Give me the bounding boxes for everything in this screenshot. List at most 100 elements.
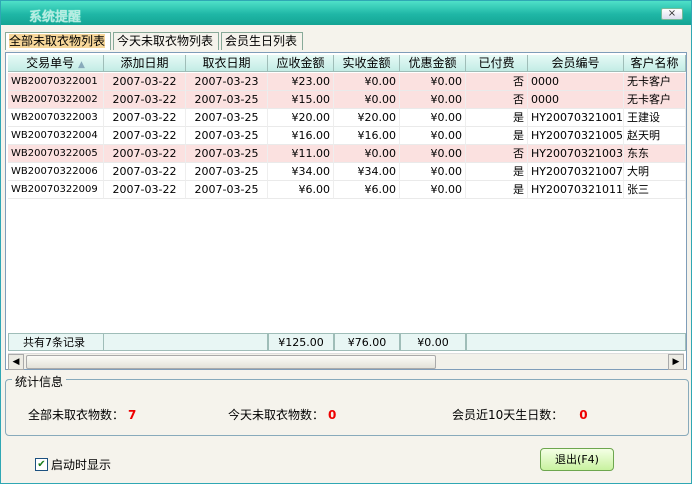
cell-discount: ¥0.00 (400, 145, 466, 163)
close-button[interactable]: × (661, 8, 683, 20)
tab-label: 今天未取衣物列表 (117, 34, 214, 48)
grid-body: WB20070322001 2007-03-22 2007-03-23 ¥23.00 ¥… (8, 73, 686, 199)
footer-spacer (104, 333, 268, 351)
tab-label: 全部未取衣物列表 (9, 34, 106, 48)
exit-button[interactable]: 退出(F4) (540, 448, 614, 471)
column-header-customer-name[interactable]: 客户名称 (624, 55, 686, 72)
table-row[interactable]: WB20070322001 2007-03-22 2007-03-23 ¥23.00 ¥… (8, 73, 686, 91)
stat-label: 会员近10天生日数： (452, 408, 564, 422)
column-header-amount-received[interactable]: 实收金额 (334, 55, 400, 72)
cell-discount: ¥0.00 (400, 163, 466, 181)
checkbox-check-icon[interactable]: ✔ (35, 458, 48, 471)
cell-amount-due: ¥34.00 (268, 163, 334, 181)
cell-order-no: WB20070322004 (8, 127, 104, 145)
stat-label: 全部未取衣物数： (28, 408, 125, 422)
cell-paid: 是 (466, 109, 528, 127)
cell-member-id: HY20070321005 (528, 127, 624, 145)
column-header-pickup-date[interactable]: 取衣日期 (186, 55, 268, 72)
reminder-window: 系统提醒 × 全部未取衣物列表 今天未取衣物列表 会员生日列表 交易单号 ▲ 添… (0, 0, 692, 484)
cell-added-date: 2007-03-22 (104, 145, 186, 163)
stat-today-uncollected: 今天未取衣物数： 0 (228, 406, 336, 423)
cell-added-date: 2007-03-22 (104, 181, 186, 199)
cell-discount: ¥0.00 (400, 181, 466, 199)
cell-paid: 否 (466, 73, 528, 91)
cell-member-id: HY20070321011 (528, 181, 624, 199)
cell-amount-received: ¥0.00 (334, 145, 400, 163)
cell-amount-received: ¥34.00 (334, 163, 400, 181)
cell-amount-due: ¥15.00 (268, 91, 334, 109)
tab-today-uncollected[interactable]: 今天未取衣物列表 (113, 32, 219, 50)
column-header-added-date[interactable]: 添加日期 (104, 55, 186, 72)
cell-amount-received: ¥0.00 (334, 73, 400, 91)
table-row[interactable]: WB20070322003 2007-03-22 2007-03-25 ¥20.00 ¥… (8, 109, 686, 127)
table-row[interactable]: WB20070322005 2007-03-22 2007-03-25 ¥11.00 ¥… (8, 145, 686, 163)
uncollected-grid: 交易单号 ▲ 添加日期 取衣日期 应收金额 实收金额 优惠金额 已付费 会员编号… (5, 52, 687, 370)
cell-paid: 否 (466, 145, 528, 163)
cell-pickup-date: 2007-03-25 (186, 91, 268, 109)
stat-all-uncollected: 全部未取衣物数： 7 (28, 406, 136, 423)
cell-order-no: WB20070322005 (8, 145, 104, 163)
column-header-amount-due[interactable]: 应收金额 (268, 55, 334, 72)
cell-discount: ¥0.00 (400, 109, 466, 127)
table-row[interactable]: WB20070322004 2007-03-22 2007-03-25 ¥16.00 ¥… (8, 127, 686, 145)
total-amount-received: ¥76.00 (334, 333, 400, 351)
cell-member-id: HY20070321001 (528, 109, 624, 127)
cell-member-id: 0000 (528, 73, 624, 91)
cell-customer-name: 赵天明 (624, 127, 686, 145)
column-header-order-no[interactable]: 交易单号 ▲ (8, 55, 104, 72)
cell-pickup-date: 2007-03-25 (186, 145, 268, 163)
stat-value: 0 (328, 408, 337, 422)
cell-customer-name: 无卡客户 (624, 91, 686, 109)
cell-discount: ¥0.00 (400, 127, 466, 145)
tab-label: 会员生日列表 (225, 34, 298, 48)
cell-amount-received: ¥0.00 (334, 91, 400, 109)
column-header-paid[interactable]: 已付费 (466, 55, 528, 72)
cell-added-date: 2007-03-22 (104, 127, 186, 145)
cell-order-no: WB20070322002 (8, 91, 104, 109)
table-row[interactable]: WB20070322006 2007-03-22 2007-03-25 ¥34.00 ¥… (8, 163, 686, 181)
scroll-left-icon[interactable]: ◀ (8, 354, 24, 370)
table-row[interactable]: WB20070322009 2007-03-22 2007-03-25 ¥6.00 ¥6… (8, 181, 686, 199)
cell-amount-due: ¥20.00 (268, 109, 334, 127)
cell-paid: 是 (466, 163, 528, 181)
cell-pickup-date: 2007-03-25 (186, 127, 268, 145)
tab-member-birthdays[interactable]: 会员生日列表 (221, 32, 303, 50)
cell-added-date: 2007-03-22 (104, 163, 186, 181)
horizontal-scrollbar[interactable]: ◀ ▶ (8, 353, 684, 370)
tab-all-uncollected[interactable]: 全部未取衣物列表 (5, 32, 111, 50)
cell-order-no: WB20070322009 (8, 181, 104, 199)
column-header-discount[interactable]: 优惠金额 (400, 55, 466, 72)
cell-paid: 是 (466, 127, 528, 145)
window-title: 系统提醒 (29, 10, 82, 25)
cell-paid: 否 (466, 91, 528, 109)
scroll-thumb[interactable] (26, 355, 436, 369)
cell-amount-due: ¥6.00 (268, 181, 334, 199)
stat-value: 0 (579, 408, 588, 422)
cell-discount: ¥0.00 (400, 91, 466, 109)
cell-order-no: WB20070322001 (8, 73, 104, 91)
cell-customer-name: 张三 (624, 181, 686, 199)
column-header-label: 交易单号 (26, 56, 75, 70)
cell-amount-due: ¥11.00 (268, 145, 334, 163)
cell-customer-name: 大明 (624, 163, 686, 181)
cell-discount: ¥0.00 (400, 73, 466, 91)
show-on-startup-checkbox[interactable]: ✔ 启动时显示 (35, 456, 111, 473)
cell-customer-name: 东东 (624, 145, 686, 163)
stat-value: 7 (128, 408, 137, 422)
column-header-member-id[interactable]: 会员编号 (528, 55, 624, 72)
footer-spacer (466, 333, 686, 351)
statistics-group: 统计信息 全部未取衣物数： 7 今天未取衣物数： 0 会员近10天生日数： 0 (5, 373, 689, 436)
cell-customer-name: 无卡客户 (624, 73, 686, 91)
cell-added-date: 2007-03-22 (104, 109, 186, 127)
cell-pickup-date: 2007-03-23 (186, 73, 268, 91)
stat-member-birthdays: 会员近10天生日数： 0 (452, 406, 588, 423)
cell-member-id: HY20070321003 (528, 145, 624, 163)
total-discount: ¥0.00 (400, 333, 466, 351)
grid-header: 交易单号 ▲ 添加日期 取衣日期 应收金额 实收金额 优惠金额 已付费 会员编号… (8, 55, 686, 72)
scroll-right-icon[interactable]: ▶ (668, 354, 684, 370)
table-row[interactable]: WB20070322002 2007-03-22 2007-03-25 ¥15.00 ¥… (8, 91, 686, 109)
cell-member-id: 0000 (528, 91, 624, 109)
checkbox-label: 启动时显示 (51, 458, 112, 472)
cell-paid: 是 (466, 181, 528, 199)
cell-amount-received: ¥6.00 (334, 181, 400, 199)
